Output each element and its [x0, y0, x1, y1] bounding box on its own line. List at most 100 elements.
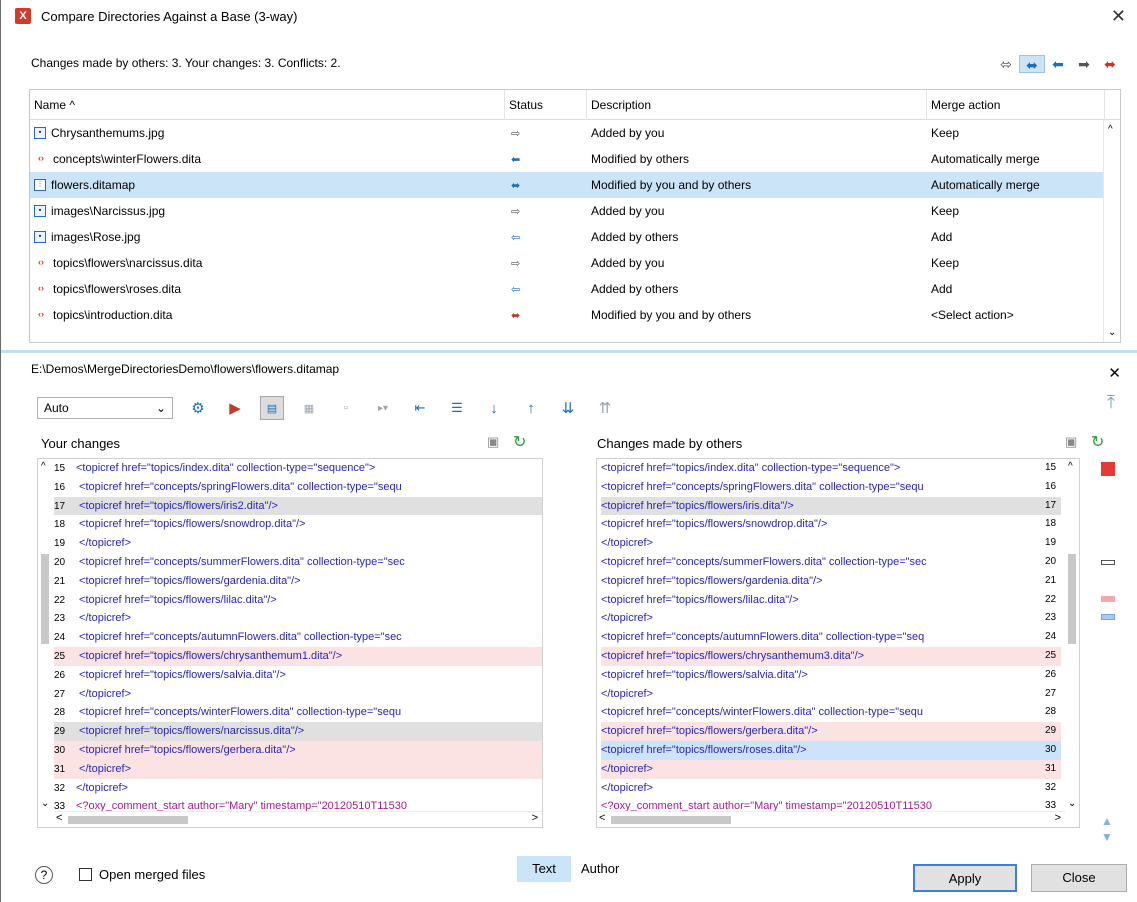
open-merged-label[interactable]: Open merged files — [99, 867, 205, 882]
next-diff-icon[interactable]: ▼ — [1101, 830, 1113, 844]
code-line[interactable]: 18 <topicref href="topics/flowers/snowdr… — [54, 515, 542, 534]
show-both-icon[interactable]: ⬌ — [1097, 55, 1123, 73]
merge-action-cell[interactable]: Keep — [927, 126, 1105, 140]
code-line[interactable]: <topicref href="topics/flowers/chrysanth… — [601, 646, 1061, 666]
prev-change-icon[interactable]: ↑ — [519, 396, 543, 420]
scroll-down-icon[interactable]: ⌄ — [1108, 327, 1116, 338]
code-line[interactable]: 30 <topicref href="topics/flowers/gerber… — [54, 740, 542, 760]
conflict-marker[interactable] — [1101, 596, 1115, 602]
right-editor[interactable]: <topicref href="topics/index.dita" colle… — [596, 458, 1080, 828]
col-description[interactable]: Description — [587, 90, 927, 120]
table-row[interactable]: ▪ images\Rose.jpg ⇦ Added by others Add — [30, 224, 1120, 250]
code-line[interactable]: <topicref href="topics/flowers/snowdrop.… — [601, 515, 1061, 534]
refresh-icon[interactable]: ↻ — [513, 432, 526, 452]
table-row[interactable]: ▪ images\Narcissus.jpg ⇨ Added by you Keep — [30, 198, 1120, 224]
code-line[interactable]: 28 <topicref href="concepts/winterFlower… — [54, 703, 542, 722]
close-button[interactable]: Close — [1031, 864, 1127, 892]
scroll-thumb[interactable] — [611, 816, 731, 824]
overview-ruler[interactable]: ▲ ▼ — [1101, 458, 1117, 848]
show-outgoing-icon[interactable]: ➡ — [1071, 55, 1097, 73]
code-line[interactable]: 21 <topicref href="topics/flowers/garden… — [54, 572, 542, 591]
merge-action-cell[interactable]: Add — [927, 230, 1105, 244]
col-merge-action[interactable]: Merge action — [927, 90, 1105, 120]
change-marker[interactable] — [1101, 614, 1115, 620]
right-horizontal-scrollbar[interactable]: < > — [597, 811, 1065, 827]
merge-dropdown-icon[interactable]: ▸▾ — [371, 396, 395, 420]
help-icon[interactable]: ? — [35, 866, 53, 884]
code-line[interactable]: </topicref> 23 — [601, 609, 1061, 628]
merge-action-cell[interactable]: <Select action> — [927, 308, 1105, 322]
conflict-marker[interactable] — [1101, 462, 1115, 476]
refresh-icon[interactable]: ↻ — [1091, 432, 1104, 452]
code-line[interactable]: <topicref href="concepts/summerFlowers.d… — [601, 553, 1061, 572]
scroll-right-icon[interactable]: > — [1055, 812, 1061, 824]
tab-author[interactable]: Author — [581, 856, 619, 882]
merge-action-cell[interactable]: Automatically merge — [927, 178, 1105, 192]
table-row[interactable]: ⋮ flowers.ditamap ⬌ Modified by you and by … — [30, 172, 1120, 198]
merge-action-cell[interactable]: Automatically merge — [927, 152, 1105, 166]
code-line[interactable]: 19 </topicref> — [54, 534, 542, 553]
code-line[interactable]: </topicref> 32 — [601, 779, 1061, 798]
last-change-icon[interactable]: ⇊ — [556, 396, 580, 420]
word-level-icon[interactable]: ▤ — [260, 396, 284, 420]
code-line[interactable]: 16 <topicref href="concepts/springFlower… — [54, 478, 542, 497]
save-icon[interactable]: ▣ — [1065, 434, 1077, 450]
code-line[interactable]: </topicref> 19 — [601, 534, 1061, 553]
scroll-up-icon[interactable]: ^ — [1068, 461, 1073, 472]
code-line[interactable]: <topicref href="topics/flowers/salvia.di… — [601, 666, 1061, 685]
left-horizontal-scrollbar[interactable]: < > — [54, 811, 542, 827]
scroll-left-icon[interactable]: < — [56, 812, 62, 824]
show-conflicts-icon[interactable]: ⬌ — [1019, 55, 1045, 73]
scroll-up-icon[interactable]: ^ — [1108, 124, 1113, 135]
copy-all-icon[interactable]: ☰ — [445, 396, 469, 420]
code-line[interactable]: 27 </topicref> — [54, 685, 542, 704]
scroll-up-icon[interactable]: ^ — [41, 461, 46, 472]
code-line[interactable]: 24 <topicref href="concepts/autumnFlower… — [54, 628, 542, 647]
prev-diff-icon[interactable]: ▲ — [1101, 814, 1113, 828]
merge-action-cell[interactable]: Add — [927, 282, 1105, 296]
table-row[interactable]: ‹› topics\flowers\roses.dita ⇦ Added by oth… — [30, 276, 1120, 302]
table-scrollbar[interactable]: ^ ⌄ — [1103, 120, 1120, 342]
char-level-icon[interactable]: ▦ — [297, 396, 321, 420]
merge-action-cell[interactable]: Keep — [927, 204, 1105, 218]
code-line[interactable]: </topicref> 27 — [601, 685, 1061, 704]
code-line[interactable]: <topicref href="topics/flowers/iris.dita… — [601, 496, 1061, 516]
scroll-left-icon[interactable]: < — [599, 812, 605, 824]
scroll-thumb[interactable] — [41, 554, 49, 644]
code-line[interactable]: 25 <topicref href="topics/flowers/chrysa… — [54, 646, 542, 666]
merge-action-cell[interactable]: Keep — [927, 256, 1105, 270]
copy-left-icon[interactable]: ⇤ — [408, 396, 432, 420]
scroll-down-icon[interactable]: ⌄ — [41, 798, 49, 809]
code-line[interactable]: 20 <topicref href="concepts/summerFlower… — [54, 553, 542, 572]
code-line[interactable]: <topicref href="topics/index.dita" colle… — [601, 459, 1061, 478]
left-editor[interactable]: ^ ⌄ 15 <topicref href="topics/index.dita"… — [37, 458, 543, 828]
code-line[interactable]: 17 <topicref href="topics/flowers/iris2.… — [54, 496, 542, 516]
tab-text[interactable]: Text — [517, 856, 571, 882]
table-row[interactable]: ▪ Chrysanthemums.jpg ⇨ Added by you Keep — [30, 120, 1120, 146]
save-icon[interactable]: ▣ — [487, 434, 499, 450]
code-line[interactable]: 15 <topicref href="topics/index.dita" col… — [54, 459, 542, 478]
scroll-thumb[interactable] — [1068, 554, 1076, 644]
code-line[interactable]: 23 </topicref> — [54, 609, 542, 628]
table-row[interactable]: ‹› topics\flowers\narcissus.dita ⇨ Added by… — [30, 250, 1120, 276]
change-marker[interactable] — [1101, 560, 1115, 565]
code-line[interactable]: <topicref href="topics/flowers/lilac.dit… — [601, 591, 1061, 610]
code-line[interactable]: </topicref> 31 — [601, 759, 1061, 779]
scroll-down-icon[interactable]: ⌄ — [1068, 798, 1076, 809]
code-line[interactable]: <topicref href="concepts/autumnFlowers.d… — [601, 628, 1061, 647]
code-line[interactable]: <topicref href="topics/flowers/gardenia.… — [601, 572, 1061, 591]
code-line[interactable]: <topicref href="concepts/winterFlowers.d… — [601, 703, 1061, 722]
left-vertical-scrollbar[interactable]: ^ ⌄ — [38, 459, 52, 827]
scroll-thumb[interactable] — [68, 816, 188, 824]
code-line[interactable]: <topicref href="topics/flowers/gerbera.d… — [601, 722, 1061, 741]
splitter[interactable] — [1, 350, 1137, 353]
run-comparison-icon[interactable]: ▶ — [223, 396, 247, 420]
open-merged-checkbox[interactable] — [79, 868, 92, 881]
code-line[interactable]: 31 </topicref> — [54, 759, 542, 779]
col-name[interactable]: Name ^ — [30, 90, 505, 120]
close-icon[interactable]: ✕ — [1111, 6, 1126, 27]
show-all-directions-icon[interactable]: ⬄ — [993, 55, 1019, 73]
ignore-whitespace-icon[interactable]: ▫ — [334, 396, 358, 420]
next-change-icon[interactable]: ↓ — [482, 396, 506, 420]
code-line[interactable]: 26 <topicref href="topics/flowers/salvia… — [54, 666, 542, 685]
